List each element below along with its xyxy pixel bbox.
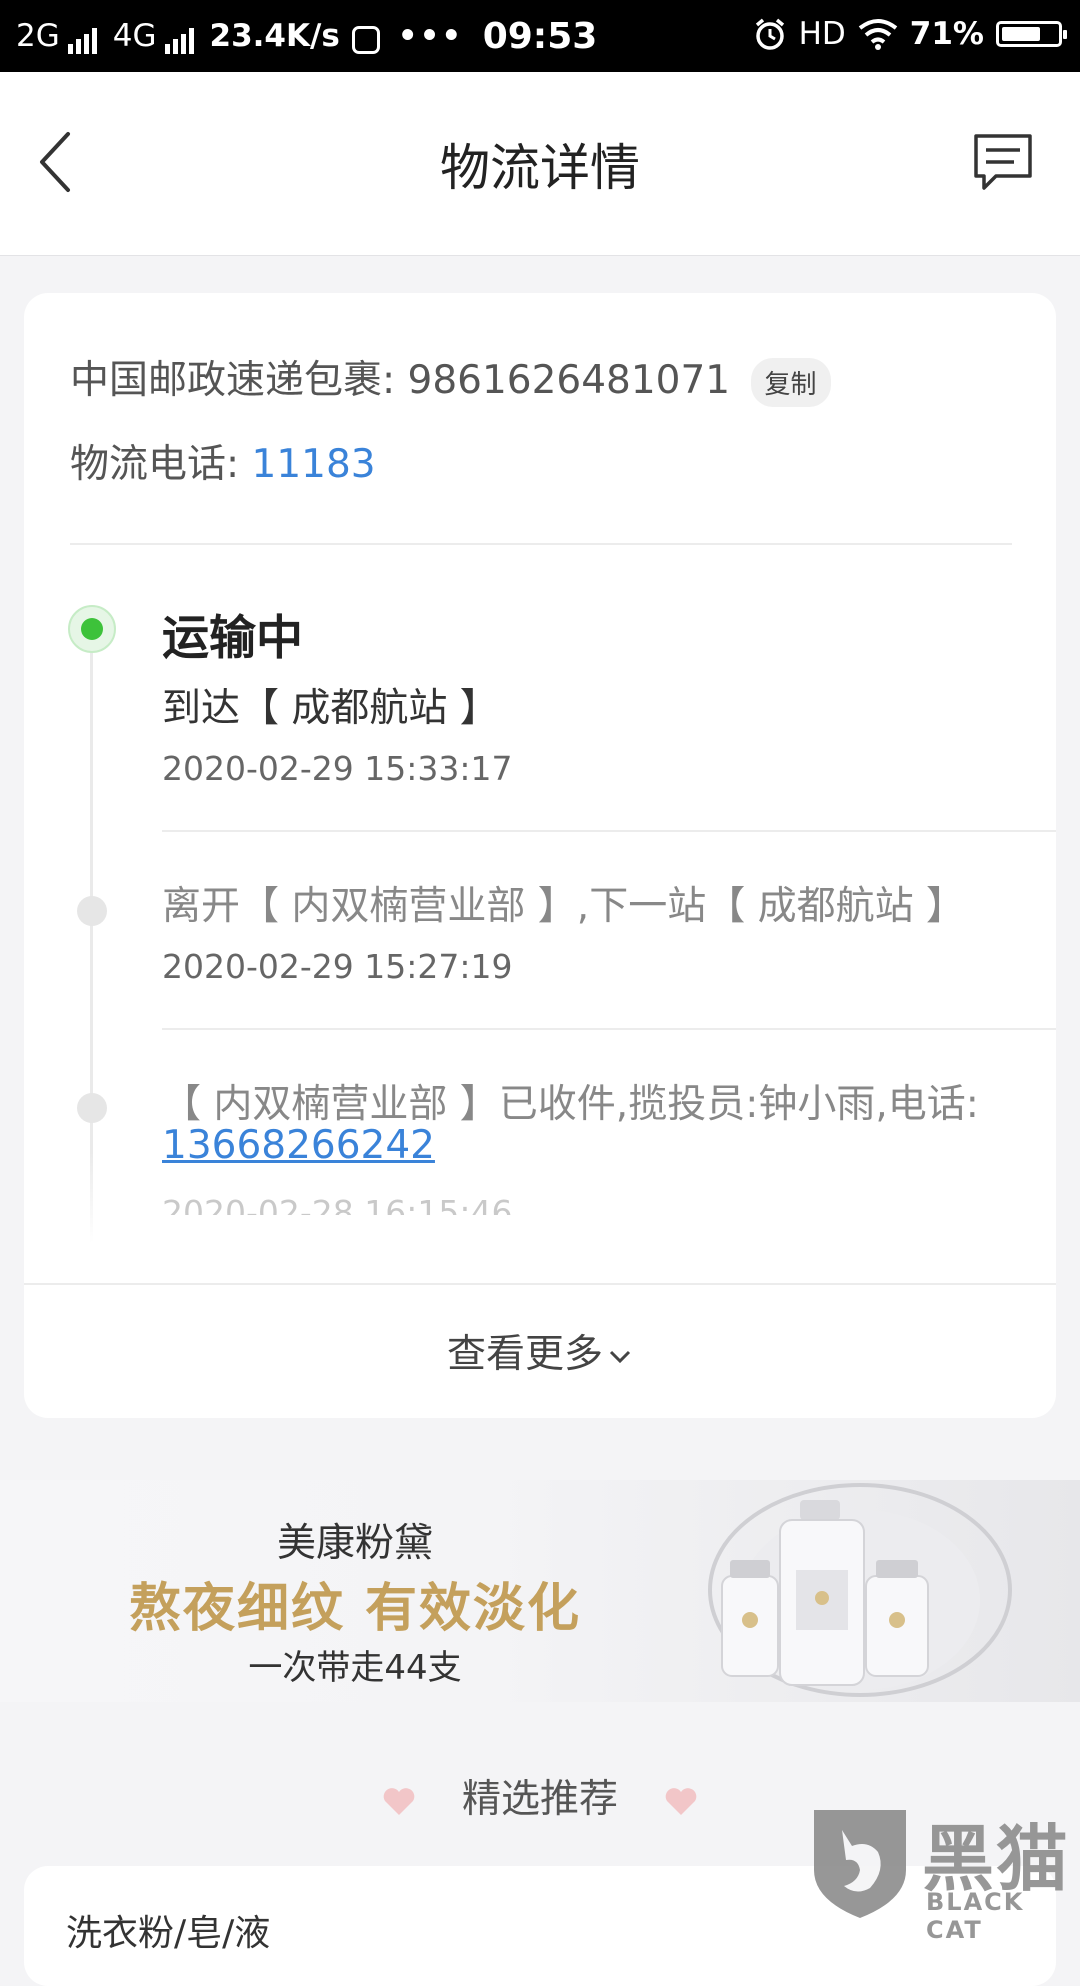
timeline-line: [90, 633, 93, 1243]
watermark: 黑猫 BLACK CAT: [808, 1800, 1080, 1944]
event-phone-link-row: 13668266242: [162, 1123, 435, 1168]
ad-banner[interactable]: 美康粉黛 熬夜细纹 有效淡化 一次带走44支: [0, 1480, 1080, 1702]
chevron-down-icon: [609, 1350, 631, 1363]
event-divider: [162, 1028, 1056, 1030]
product-image: [708, 1483, 1012, 1697]
battery-percent: 71%: [909, 16, 984, 52]
event-text: 离开【 内双楠营业部 】,下一站【 成都航站 】: [162, 884, 965, 929]
event-text: 到达【 成都航站 】: [162, 686, 499, 731]
timeline-dot-icon: [77, 1093, 107, 1123]
event-time: 2020-02-29 15:27:19: [162, 947, 513, 986]
banner-brand: 美康粉黛: [276, 1521, 433, 1566]
alarm-icon: [755, 18, 784, 50]
banner-slogan: 熬夜细纹 有效淡化: [128, 1579, 582, 1639]
wifi-icon: [858, 19, 898, 50]
banner-subtitle: 一次带走44支: [248, 1648, 462, 1688]
recommend-item-text: 洗衣粉/皂/液: [66, 1913, 271, 1954]
status-bar: 2G 4G 23.4K/s ••• 09:53 HD 71%: [0, 0, 1080, 72]
page-title: 物流详情: [440, 139, 640, 197]
divider: [70, 543, 1012, 545]
event-divider: [162, 830, 1056, 832]
nav-bar: 物流详情: [0, 72, 1080, 256]
status-right: HD 71%: [753, 16, 1067, 52]
message-icon[interactable]: [970, 130, 1036, 196]
recommend-title: 精选推荐: [461, 1777, 618, 1822]
phone-line: 物流电话: 11183: [70, 433, 376, 489]
black-cat-logo-icon: [814, 1810, 906, 1918]
heart-icon: [665, 1787, 697, 1815]
watermark-subtext: BLACK CAT: [926, 1888, 1025, 1944]
event-time: 2020-02-29 15:33:17: [162, 749, 513, 788]
view-more-label: 查看更多: [446, 1332, 603, 1377]
carrier-label: 中国邮政速递包裹:: [70, 358, 396, 403]
event-time: 2020-02-28 16:15:46: [162, 1193, 513, 1215]
divider: [24, 1283, 1056, 1285]
logistics-phone-link[interactable]: 11183: [252, 442, 376, 487]
view-more-button[interactable]: 查看更多: [24, 1323, 1056, 1379]
logistics-card: 中国邮政速递包裹: 9861626481071 复制 物流电话: 11183 运…: [24, 293, 1056, 1418]
copy-button[interactable]: 复制: [750, 358, 831, 407]
current-status-dot-icon: [68, 605, 116, 653]
event-text: 【 内双楠营业部 】已收件,揽投员:钟小雨,电话:: [162, 1082, 979, 1127]
battery-icon: [996, 21, 1067, 47]
tracking-line: 中国邮政速递包裹: 9861626481071 复制: [70, 349, 831, 407]
courier-phone-link[interactable]: 13668266242: [162, 1123, 435, 1168]
tracking-number: 9861626481071: [407, 358, 731, 403]
phone-label: 物流电话:: [70, 442, 240, 487]
timeline-dot-icon: [77, 896, 107, 926]
event-status: 运输中: [162, 611, 303, 666]
heart-icon: [383, 1787, 415, 1815]
battery-fill: [1002, 27, 1041, 41]
tracking-timeline: 运输中 到达【 成都航站 】 2020-02-29 15:33:17 离开【 内…: [24, 583, 1056, 1418]
hd-label: HD: [798, 16, 846, 52]
